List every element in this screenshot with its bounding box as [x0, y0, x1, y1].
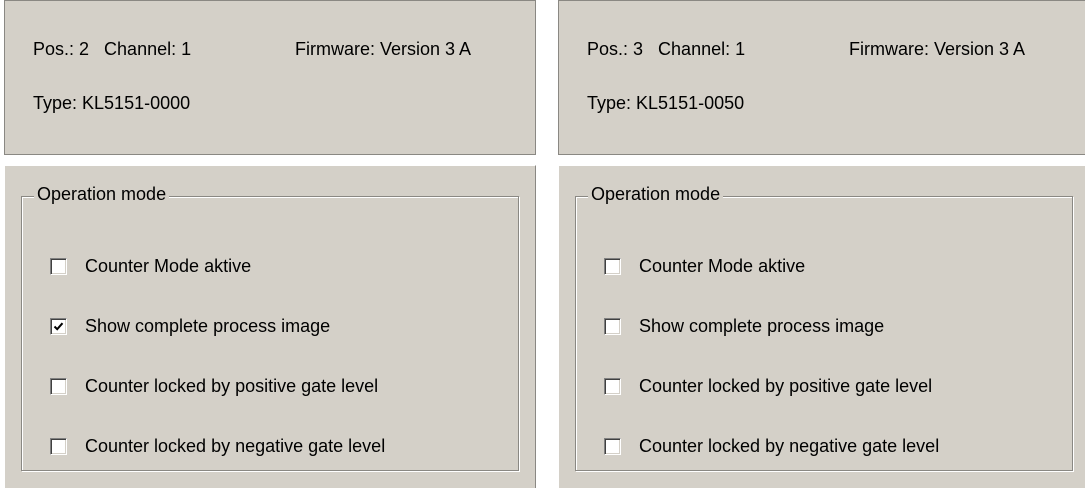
show-process-image-option[interactable]: Show complete process image: [50, 315, 330, 337]
negative-gate-label: Counter locked by negative gate level: [639, 435, 940, 456]
position-channel-line: Pos.: 3 Channel: 1: [587, 39, 745, 60]
show-process-image-label: Show complete process image: [639, 315, 885, 336]
operation-mode-groupbox: Operation mode Counter Mode aktive Show …: [575, 184, 1073, 471]
positive-gate-label: Counter locked by positive gate level: [639, 375, 933, 396]
type-label: Type: KL5151-0050: [587, 93, 745, 113]
channel-label: Channel: 1: [658, 39, 746, 59]
position-label: Pos.: 2: [33, 39, 90, 59]
positive-gate-option[interactable]: Counter locked by positive gate level: [50, 375, 378, 397]
negative-gate-option[interactable]: Counter locked by negative gate level: [604, 435, 939, 457]
check-mark-icon: [53, 322, 64, 331]
position-label: Pos.: 3: [587, 39, 644, 59]
show-process-image-checkbox[interactable]: [604, 317, 621, 335]
screenshot-stage: Pos.: 2 Channel: 1 Firmware: Version 3 A…: [0, 0, 1085, 488]
operation-mode-area: Operation mode Counter Mode aktive Show …: [4, 165, 536, 488]
counter-mode-option[interactable]: Counter Mode aktive: [604, 255, 805, 277]
negative-gate-checkbox[interactable]: [50, 437, 67, 455]
show-process-image-label: Show complete process image: [85, 315, 331, 336]
negative-gate-checkbox[interactable]: [604, 437, 621, 455]
type-label: Type: KL5151-0000: [33, 93, 191, 113]
firmware-label: Firmware: Version 3 A: [849, 39, 1026, 59]
terminal-info-box: Pos.: 3 Channel: 1 Firmware: Version 3 A…: [558, 0, 1085, 155]
operation-mode-groupbox: Operation mode Counter Mode aktive Show …: [21, 184, 519, 471]
firmware-label: Firmware: Version 3 A: [295, 39, 472, 59]
counter-mode-checkbox[interactable]: [604, 257, 621, 275]
terminal-panel-left: Pos.: 2 Channel: 1 Firmware: Version 3 A…: [0, 0, 536, 488]
position-channel-line: Pos.: 2 Channel: 1: [33, 39, 191, 60]
counter-mode-label: Counter Mode aktive: [639, 255, 806, 276]
terminal-panel-right: Pos.: 3 Channel: 1 Firmware: Version 3 A…: [554, 0, 1085, 488]
counter-mode-checkbox[interactable]: [50, 257, 67, 275]
positive-gate-option[interactable]: Counter locked by positive gate level: [604, 375, 932, 397]
groupbox-title: Operation mode: [34, 184, 170, 205]
counter-mode-option[interactable]: Counter Mode aktive: [50, 255, 251, 277]
show-process-image-checkbox[interactable]: [50, 317, 67, 335]
operation-mode-area: Operation mode Counter Mode aktive Show …: [558, 165, 1085, 488]
positive-gate-checkbox[interactable]: [50, 377, 67, 395]
counter-mode-label: Counter Mode aktive: [85, 255, 252, 276]
negative-gate-option[interactable]: Counter locked by negative gate level: [50, 435, 385, 457]
show-process-image-option[interactable]: Show complete process image: [604, 315, 884, 337]
positive-gate-checkbox[interactable]: [604, 377, 621, 395]
groupbox-title: Operation mode: [588, 184, 724, 205]
negative-gate-label: Counter locked by negative gate level: [85, 435, 386, 456]
terminal-info-box: Pos.: 2 Channel: 1 Firmware: Version 3 A…: [4, 0, 536, 155]
channel-label: Channel: 1: [104, 39, 192, 59]
positive-gate-label: Counter locked by positive gate level: [85, 375, 379, 396]
